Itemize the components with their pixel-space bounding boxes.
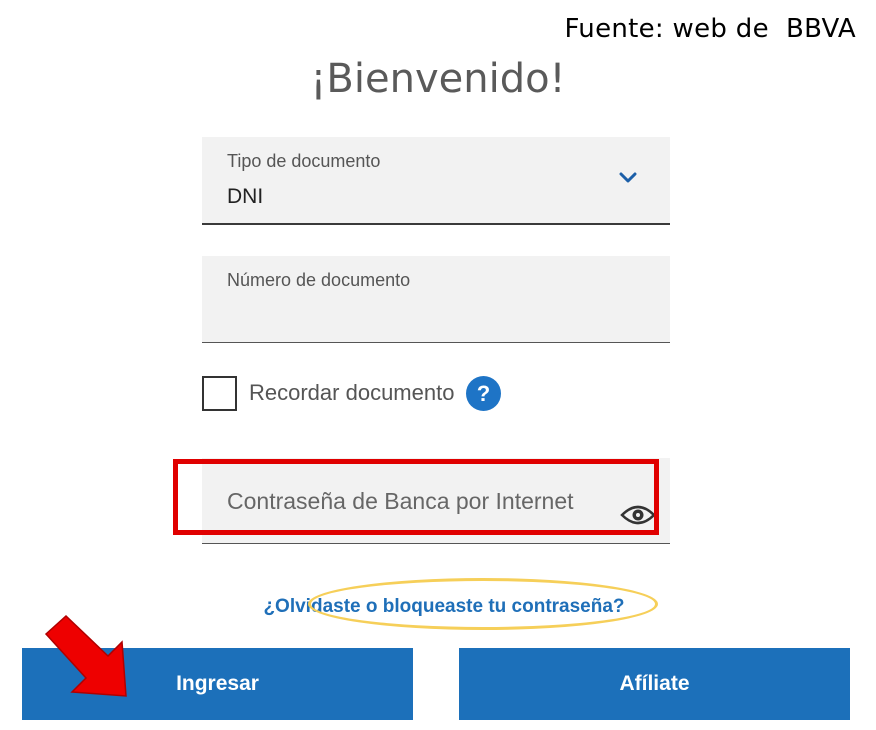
password-field[interactable]: Contraseña de Banca por Internet — [202, 458, 670, 544]
remember-document-label: Recordar documento — [249, 380, 455, 405]
page-title: ¡Bienvenido! — [310, 56, 566, 102]
forgot-password-link[interactable]: ¿Olvidaste o bloqueaste tu contraseña? — [0, 596, 876, 618]
login-button[interactable]: Ingresar — [22, 648, 413, 720]
chevron-down-icon[interactable] — [618, 171, 638, 185]
source-note: Fuente: web de BBVA — [564, 14, 856, 44]
document-type-value: DNI — [227, 185, 264, 208]
help-icon[interactable]: ? — [466, 376, 501, 411]
eye-icon[interactable] — [620, 503, 656, 527]
document-type-select[interactable]: Tipo de documento DNI — [202, 137, 670, 225]
document-type-label: Tipo de documento — [227, 151, 381, 171]
remember-document-checkbox[interactable] — [202, 376, 237, 411]
password-placeholder: Contraseña de Banca por Internet — [227, 488, 574, 514]
document-number-label: Número de documento — [227, 270, 411, 290]
affiliate-button[interactable]: Afíliate — [459, 648, 850, 720]
document-number-field[interactable]: Número de documento — [202, 256, 670, 343]
